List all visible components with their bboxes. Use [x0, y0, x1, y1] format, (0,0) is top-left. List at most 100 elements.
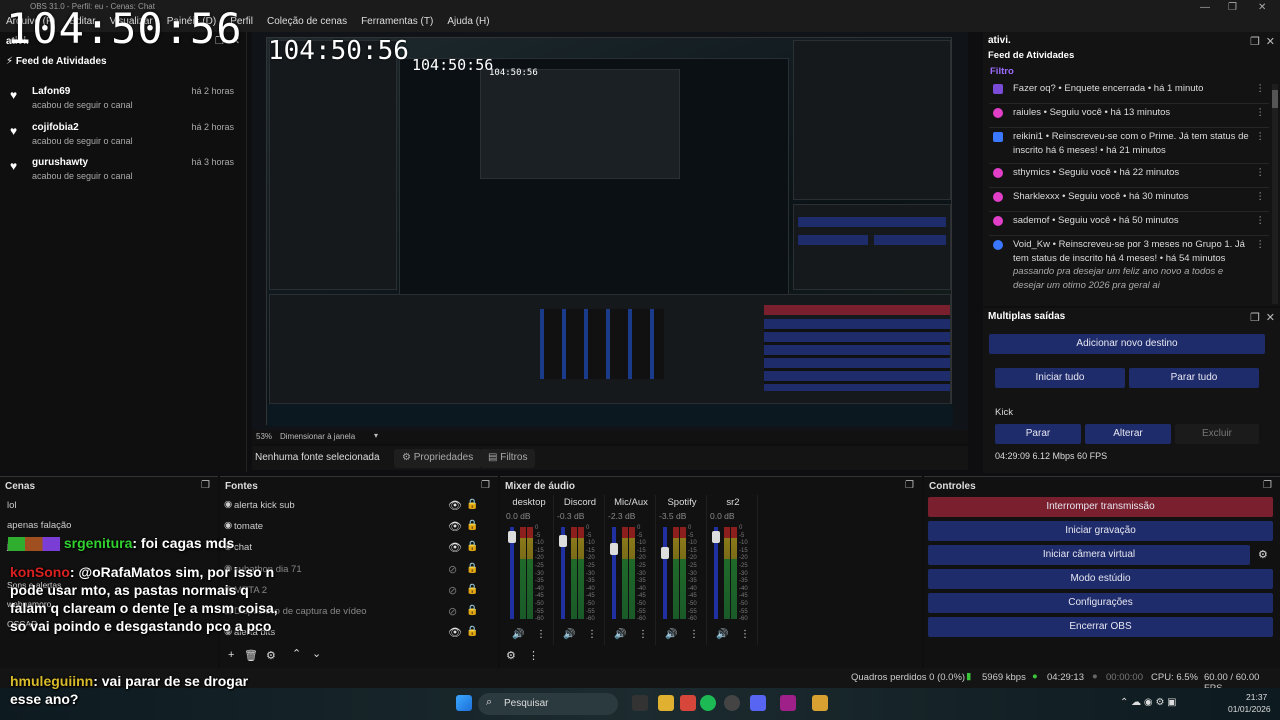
fader-knob[interactable] [508, 531, 516, 543]
spotify-icon[interactable] [700, 695, 716, 711]
chevron-down-icon[interactable]: ▾ [374, 431, 378, 440]
lock-icon[interactable]: 🔒 [466, 499, 478, 510]
properties-button[interactable]: ⚙ Propriedades [394, 449, 482, 468]
close-icon[interactable]: ✕ [1258, 2, 1266, 13]
lock-icon[interactable]: 🔒 [466, 541, 478, 552]
start-recording-button[interactable]: Iniciar gravação [928, 521, 1273, 541]
nested-multi-panel [793, 204, 951, 290]
windows-start-icon[interactable] [456, 695, 472, 711]
app-icon[interactable] [780, 695, 796, 711]
move-down-icon[interactable]: ⌄ [312, 647, 321, 660]
task-view-icon[interactable] [632, 695, 648, 711]
source-settings-icon[interactable]: ⚙ [266, 649, 276, 662]
mixer-channel: Mic/Aux -2.3 dB 0 -5 -10 -15 -20 -25 -30 -35 -40 -4… [606, 495, 656, 645]
eye-icon[interactable]: 👁 [448, 626, 462, 639]
add-source-icon[interactable]: + [228, 649, 234, 661]
mixer-menu-icon[interactable]: ⋮ [528, 649, 539, 662]
more-options-icon[interactable]: ⋮ [1256, 130, 1266, 144]
nested-add-button [798, 217, 946, 227]
speaker-icon[interactable]: 🔊 [665, 629, 677, 640]
activity-scrollbar[interactable] [1272, 84, 1278, 304]
target-delete-button[interactable]: Excluir [1175, 424, 1259, 444]
close-dock-icon[interactable]: ✕ [1266, 311, 1275, 324]
settings-button[interactable]: Configurações [928, 593, 1273, 613]
lock-icon[interactable]: 🔒 [466, 605, 478, 616]
start-all-button[interactable]: Iniciar tudo [995, 368, 1125, 388]
eye-icon[interactable]: 👁 [448, 520, 462, 533]
move-up-icon[interactable]: ⌃ [292, 647, 301, 660]
exit-button[interactable]: Encerrar OBS [928, 617, 1273, 637]
float-dock-icon[interactable]: ❐ [201, 480, 210, 491]
more-options-icon[interactable]: ⋮ [1256, 106, 1266, 120]
file-explorer-icon[interactable] [658, 695, 674, 711]
source-item[interactable]: ◉ alerta kick sub 👁 🔒 [222, 497, 484, 517]
tray-icons[interactable]: ⌃ ☁ ◉ ⚙ ▣ [1120, 697, 1177, 708]
target-stop-button[interactable]: Parar [995, 424, 1081, 444]
menu-tools[interactable]: Ferramentas (T) [361, 16, 433, 27]
float-dock-icon[interactable]: ❐ [481, 480, 490, 491]
fader-knob[interactable] [661, 547, 669, 559]
speaker-icon[interactable]: 🔊 [563, 629, 575, 640]
taskbar-search[interactable]: ⌕ Pesquisar [478, 693, 618, 715]
fader-knob[interactable] [712, 531, 720, 543]
channel-menu-icon[interactable]: ⋮ [536, 629, 546, 640]
more-options-icon[interactable]: ⋮ [1256, 238, 1266, 252]
eye-hidden-icon[interactable]: ⊘ [448, 605, 457, 618]
channel-menu-icon[interactable]: ⋮ [638, 629, 648, 640]
add-destination-button[interactable]: Adicionar novo destino [989, 334, 1265, 354]
more-options-icon[interactable]: ⋮ [1256, 214, 1266, 228]
eye-hidden-icon[interactable]: ⊘ [448, 563, 457, 576]
float-dock-icon[interactable]: ❐ [1263, 480, 1272, 491]
channel-menu-icon[interactable]: ⋮ [587, 629, 597, 640]
speaker-icon[interactable]: 🔊 [716, 629, 728, 640]
close-dock-icon[interactable]: ✕ [1266, 35, 1275, 48]
fader-knob[interactable] [559, 535, 567, 547]
filter-link[interactable]: Filtro [990, 66, 1014, 77]
gear-icon[interactable]: ⚙ [1258, 548, 1268, 561]
speaker-icon[interactable]: 🔊 [512, 629, 524, 640]
eye-icon[interactable]: 👁 [448, 541, 462, 554]
mixer-settings-icon[interactable]: ⚙ [506, 649, 516, 662]
filters-button[interactable]: ▤ Filtros [480, 449, 536, 468]
channel-db: -0.3 dB [557, 511, 585, 521]
more-options-icon[interactable]: ⋮ [1256, 82, 1266, 96]
zoom-mode[interactable]: Dimensionar à janela [280, 432, 355, 441]
obs-icon[interactable] [724, 695, 740, 711]
volume-fader[interactable] [663, 527, 667, 619]
more-options-icon[interactable]: ⋮ [1256, 190, 1266, 204]
menu-scene-collection[interactable]: Coleção de cenas [267, 16, 347, 27]
preview-canvas[interactable] [252, 32, 968, 430]
remove-source-icon[interactable]: 🗑 [244, 649, 258, 662]
target-edit-button[interactable]: Alterar [1085, 424, 1171, 444]
more-options-icon[interactable]: ⋮ [1256, 166, 1266, 180]
virtual-camera-button[interactable]: Iniciar câmera virtual [928, 545, 1250, 565]
volume-fader[interactable] [612, 527, 616, 619]
browser-icon[interactable] [680, 695, 696, 711]
eye-hidden-icon[interactable]: ⊘ [448, 584, 457, 597]
eye-icon[interactable]: 👁 [448, 499, 462, 512]
stop-stream-button[interactable]: Interromper transmissão [928, 497, 1273, 517]
stop-all-button[interactable]: Parar tudo [1129, 368, 1259, 388]
studio-mode-button[interactable]: Modo estúdio [928, 569, 1273, 589]
lock-icon[interactable]: 🔒 [466, 584, 478, 595]
minimize-icon[interactable]: — [1200, 2, 1210, 13]
meter-tick: -30 [637, 570, 646, 577]
channel-menu-icon[interactable]: ⋮ [740, 629, 750, 640]
float-dock-icon[interactable]: ❐ [1250, 311, 1260, 324]
float-dock-icon[interactable]: ❐ [1250, 35, 1260, 48]
lock-icon[interactable]: 🔒 [466, 626, 478, 637]
app-icon[interactable] [812, 695, 828, 711]
lock-icon[interactable]: 🔒 [466, 520, 478, 531]
scene-item[interactable]: lol [7, 500, 219, 511]
float-dock-icon[interactable]: ❐ [905, 480, 914, 491]
lock-icon[interactable]: 🔒 [466, 563, 478, 574]
speaker-icon[interactable]: 🔊 [614, 629, 626, 640]
activity-type-icon [993, 108, 1003, 118]
scene-item[interactable]: apenas falação [7, 520, 219, 531]
fader-knob[interactable] [610, 543, 618, 555]
zoom-level[interactable]: 53% [256, 432, 272, 441]
discord-icon[interactable] [750, 695, 766, 711]
channel-menu-icon[interactable]: ⋮ [689, 629, 699, 640]
maximize-icon[interactable]: ❐ [1228, 2, 1237, 13]
menu-help[interactable]: Ajuda (H) [447, 16, 489, 27]
